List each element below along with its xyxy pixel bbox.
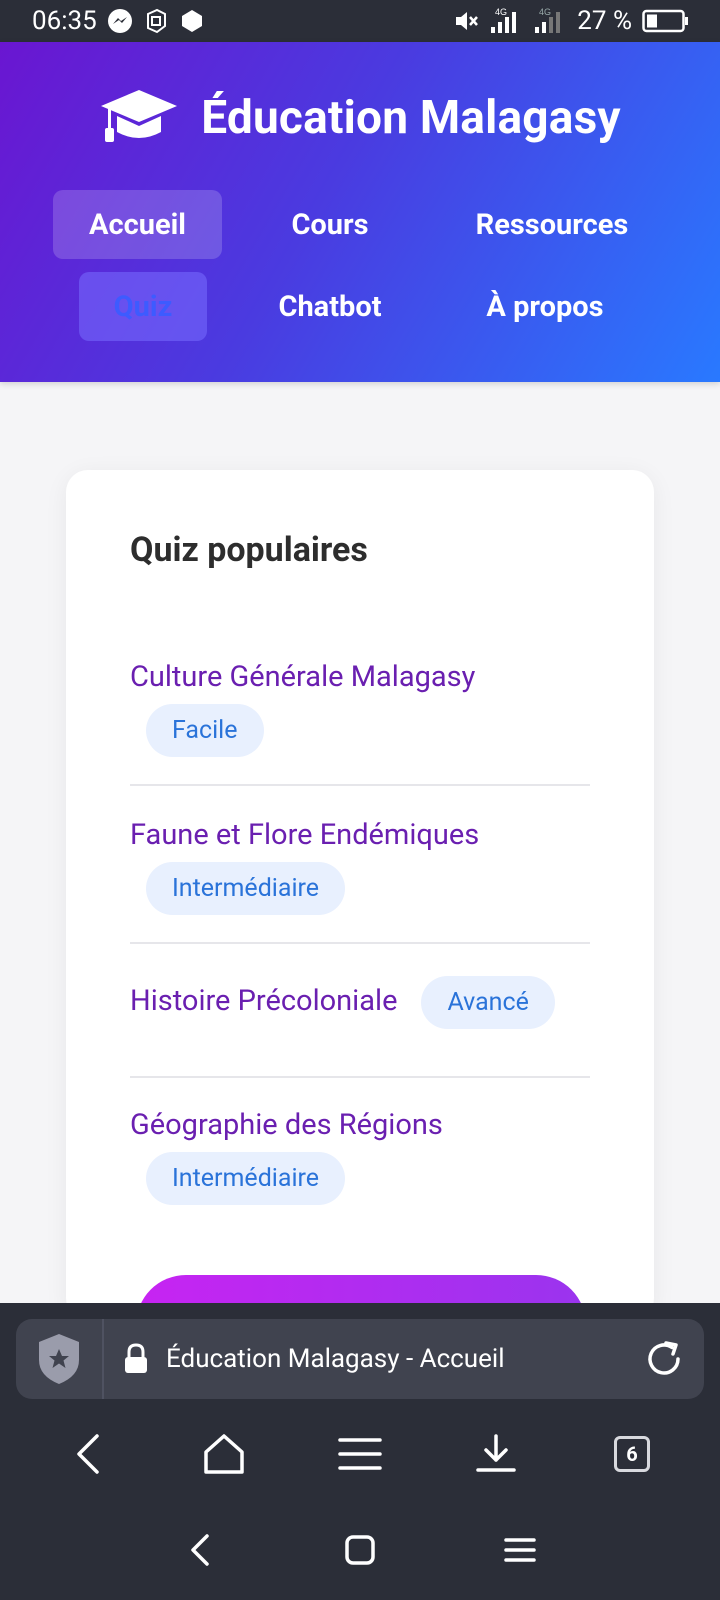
difficulty-badge: Intermédiaire — [146, 1152, 346, 1205]
signal-icon: 4G — [489, 7, 523, 35]
reload-icon[interactable] — [624, 1337, 704, 1381]
battery-icon — [642, 8, 690, 34]
quiz-link[interactable]: Géographie des Régions — [130, 1108, 443, 1142]
tracking-protection-shield-icon[interactable] — [16, 1319, 104, 1399]
nav-quiz[interactable]: Quiz — [79, 272, 207, 341]
quiz-item: Géographie des Régions Intermédiaire — [130, 1108, 590, 1234]
difficulty-badge: Facile — [146, 704, 264, 757]
download-icon[interactable] — [456, 1414, 536, 1494]
network-label: 4G — [539, 7, 551, 17]
brand: Éducation Malagasy — [0, 78, 720, 158]
difficulty-badge: Intermédiaire — [146, 862, 346, 915]
network-label: 4G — [495, 7, 507, 17]
shield-notification-icon — [179, 8, 205, 34]
browser-toolbar: 6 — [0, 1409, 720, 1499]
page-title-url[interactable]: Éducation Malagasy - Accueil — [166, 1344, 624, 1374]
system-home-icon[interactable] — [325, 1515, 395, 1585]
messenger-icon — [107, 8, 133, 34]
quiz-link[interactable]: Faune et Flore Endémiques — [130, 818, 479, 852]
nav-ressources[interactable]: Ressources — [441, 190, 663, 259]
quiz-link[interactable]: Histoire Précoloniale — [130, 984, 397, 1018]
browser-bar: Éducation Malagasy - Accueil 6 — [0, 1303, 720, 1600]
lock-icon — [122, 1343, 150, 1375]
tabs-button[interactable]: 6 — [592, 1414, 672, 1494]
quiz-link[interactable]: Culture Générale Malagasy — [130, 660, 475, 694]
graduation-cap-icon — [99, 86, 179, 150]
site-title: Éducation Malagasy — [201, 91, 621, 145]
difficulty-badge: Avancé — [421, 976, 555, 1029]
system-recents-icon[interactable] — [485, 1515, 555, 1585]
nav-cours[interactable]: Cours — [245, 190, 415, 259]
section-title: Quiz populaires — [130, 530, 368, 570]
site-header: Éducation Malagasy Accueil Cours Ressour… — [0, 42, 720, 382]
nav-chatbot[interactable]: Chatbot — [245, 272, 415, 341]
popular-quiz-card: Quiz populaires Culture Générale Malagas… — [66, 470, 654, 1320]
app-notification-icon — [143, 8, 169, 34]
quiz-item: Histoire Précoloniale Avancé — [130, 976, 590, 1078]
menu-icon[interactable] — [320, 1414, 400, 1494]
tab-count: 6 — [614, 1436, 650, 1472]
quiz-item: Faune et Flore Endémiques Intermédiaire — [130, 818, 590, 944]
mute-icon — [453, 8, 479, 34]
url-bar[interactable]: Éducation Malagasy - Accueil — [16, 1319, 704, 1399]
back-icon[interactable] — [48, 1414, 128, 1494]
system-back-icon[interactable] — [165, 1515, 235, 1585]
nav-a-propos[interactable]: À propos — [441, 272, 649, 341]
status-bar: 06:35 4G 4G 27 % — [0, 0, 720, 42]
status-time: 06:35 — [32, 6, 97, 36]
nav-accueil[interactable]: Accueil — [53, 190, 222, 259]
home-icon[interactable] — [184, 1414, 264, 1494]
battery-percent: 27 % — [577, 6, 632, 36]
system-navigation — [0, 1499, 720, 1600]
quiz-item: Culture Générale Malagasy Facile — [130, 660, 590, 786]
signal-icon: 4G — [533, 7, 567, 35]
